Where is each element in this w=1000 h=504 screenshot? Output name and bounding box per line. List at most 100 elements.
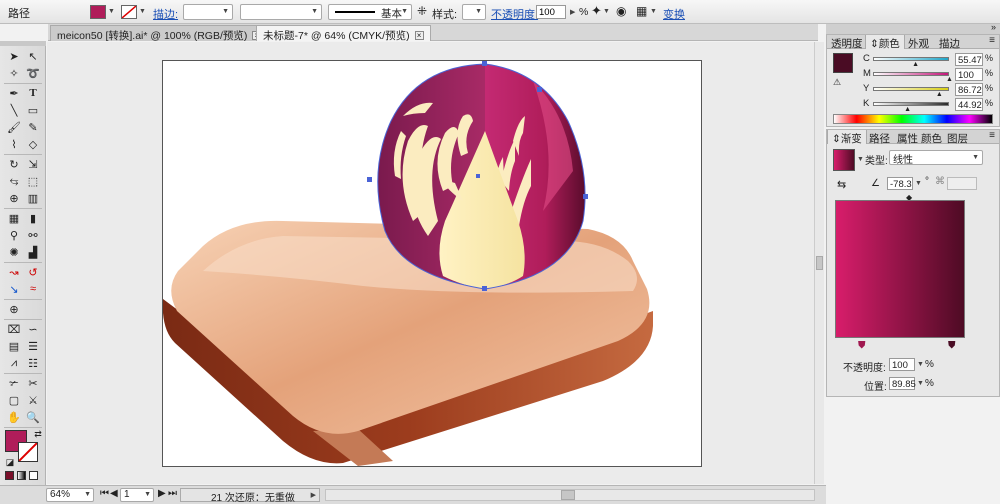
rectangle-tool-icon[interactable]: ▭ [25,103,41,117]
gradient-thumbnail[interactable] [833,149,855,171]
tab-meicon50[interactable]: meicon50 [转换].ai* @ 100% (RGB/预览)× [50,25,269,42]
free-transform-tool-icon[interactable]: ⬚ [25,174,41,188]
scale-tool-icon[interactable]: ⇲ [25,157,41,171]
width-tool-icon[interactable]: ⥃ [6,174,22,188]
last-artboard-icon[interactable]: ⏭ [168,488,177,499]
out-of-gamut-icon[interactable]: ⚠ [833,77,841,88]
envelope-distort-icon[interactable]: ⌧ [6,322,22,336]
panel-menu-icon[interactable]: ≡ [989,130,995,141]
slider-handle-icon[interactable]: ▲ [904,106,911,113]
opacity-arrow-icon[interactable]: ▶ [570,8,575,16]
fill-swatch[interactable] [90,5,106,19]
brush-dropdown[interactable]: 基本 ▼ [328,4,412,20]
opacity-input[interactable] [536,5,566,19]
zoom-dropdown[interactable]: 64% ▼ [46,488,94,502]
canvas-area[interactable] [47,42,814,484]
chevron-down-icon[interactable]: ▼ [857,156,864,163]
warp-icon[interactable]: ∽ [25,322,41,336]
none-mode-icon[interactable] [29,471,38,480]
close-icon[interactable]: × [414,31,424,40]
recolor-artwork-icon[interactable]: ✦ [591,3,602,19]
aspect-ratio-input[interactable] [947,177,977,190]
symbol-sprayer-tool-icon[interactable]: ✺ [6,245,22,259]
rotate-tool-icon[interactable]: ↻ [6,157,22,171]
gradient-slider[interactable] [835,200,965,338]
toolbox-grip[interactable] [0,41,46,46]
tab-appearance[interactable]: 外观 [904,35,933,50]
transform-link[interactable]: 变换 [663,6,685,22]
artboard-tool-icon[interactable]: ▢ [6,393,22,407]
stop-opacity-input[interactable]: 100 [889,358,915,371]
gradient-mode-icon[interactable] [17,471,26,480]
lasso-tool-icon[interactable]: ➰ [25,66,41,80]
transform-handles-icon[interactable]: ⁜ [417,4,427,18]
vertical-scrollbar[interactable] [814,42,824,484]
previous-artboard-icon[interactable]: ◀ [110,488,118,499]
artboard[interactable] [162,60,702,467]
chevron-down-icon[interactable]: ▼ [917,361,924,368]
blend-tool-icon[interactable]: ⚯ [25,228,41,242]
slider-handle-icon[interactable]: ▲ [936,91,943,98]
layers-icon[interactable]: ☰ [25,339,41,353]
chevron-down-icon[interactable]: ▼ [915,180,922,187]
status-info-box[interactable]: 21 次还原：无重做 ▶ [180,488,320,504]
direct-selection-tool-icon[interactable]: ↖ [25,49,41,63]
document-setup-icon[interactable]: ◉ [616,4,626,18]
next-artboard-icon[interactable]: ▶ [158,488,166,499]
gradient-tool-icon[interactable]: ▮ [25,211,41,225]
custom-action-icon[interactable]: ↝ [6,265,22,279]
blob-brush-tool-icon[interactable]: ⌇ [6,137,22,151]
tab-layers[interactable]: 图层 [943,130,972,145]
tab-stroke[interactable]: 描边 [935,35,964,50]
channel-value-input[interactable]: 100 [955,68,983,81]
stroke-label[interactable]: 描边: [153,6,178,22]
pencil-tool-icon[interactable]: ✎ [25,120,41,134]
tab-gradient[interactable]: ⇕渐变 [827,130,867,145]
custom-action-icon[interactable]: ≈ [25,282,41,296]
selection-tool-icon[interactable]: ➤ [6,49,22,63]
scissors-tool-icon[interactable]: ✂ [25,376,41,390]
tab-untitled-7[interactable]: 未标题-7* @ 64% (CMYK/预览) × [256,25,431,42]
default-colors-icon[interactable]: ◪ [2,455,18,469]
zoom-tool-icon[interactable]: 🔍 [25,410,41,424]
stroke-weight-input[interactable]: ▼ [183,4,233,20]
align-icon[interactable]: ☷ [25,356,41,370]
tab-color-2[interactable]: 颜色 [917,130,946,145]
grid-icon[interactable]: ▤ [6,339,22,353]
slice-tool-icon[interactable]: ✃ [6,376,22,390]
collapse-icon[interactable]: » [991,22,996,32]
panel-menu-icon[interactable]: ≡ [989,35,995,46]
chevron-down-icon[interactable]: ▼ [603,8,610,15]
knife-tool-icon[interactable]: ⚔ [25,393,41,407]
type-tool-icon[interactable]: T [25,86,41,100]
stop-location-input[interactable]: 89.85 [889,377,916,390]
shape-builder-tool-icon[interactable]: ⊕ [6,191,22,205]
reverse-gradient-icon[interactable]: ⇆ [837,178,846,191]
artwork[interactable] [162,61,703,468]
align-icon[interactable]: ▦ [636,4,647,18]
hand-tool-icon[interactable]: ✋ [6,410,22,424]
graphic-style-swatch[interactable]: ▼ [462,4,486,20]
custom-action-icon[interactable]: ↺ [25,265,41,279]
mesh-tool-icon[interactable]: ▦ [6,211,22,225]
eyedropper-tool-icon[interactable]: ⚲ [6,228,22,242]
slider-handle-icon[interactable]: ▲ [912,61,919,68]
channel-value-input[interactable]: 44.92 [955,98,983,111]
variable-width-dropdown[interactable]: ▼ [240,4,322,20]
crosshair-icon[interactable]: ⊕ [6,302,22,316]
channel-value-input[interactable]: 55.47 [955,53,983,66]
chart-icon[interactable]: ⩘ [6,356,22,370]
chevron-down-icon[interactable]: ▼ [917,380,924,387]
gradient-stop-start[interactable]: ⛊ [858,340,866,351]
eraser-tool-icon[interactable]: ◇ [25,137,41,151]
artboard-number-dropdown[interactable]: 1 ▼ [120,488,154,502]
scroll-thumb[interactable] [561,490,575,500]
current-color-swatch[interactable] [833,53,853,73]
channel-value-input[interactable]: 86.72 [955,83,983,96]
scroll-thumb[interactable] [816,256,823,270]
stroke-dropdown-arrow-icon[interactable]: ▼ [139,8,146,15]
column-graph-tool-icon[interactable]: ▟ [25,245,41,259]
first-artboard-icon[interactable]: ⏮ [100,488,109,499]
magic-wand-tool-icon[interactable]: ✧ [6,66,22,80]
slider-handle-icon[interactable]: ▲ [946,76,953,83]
